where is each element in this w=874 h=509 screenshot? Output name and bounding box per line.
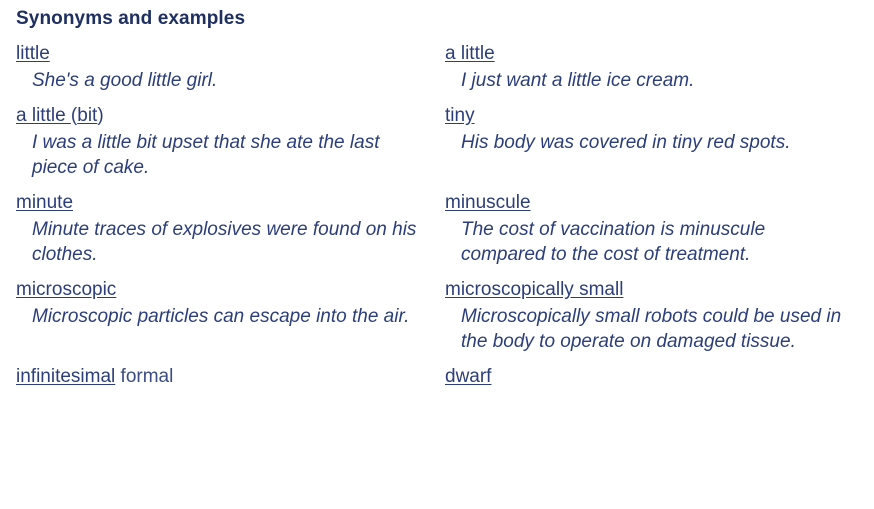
headword-text[interactable]: bit	[77, 105, 97, 126]
synonym-link[interactable]: dwarf	[445, 366, 491, 387]
headword-text[interactable]: microscopic	[16, 279, 116, 300]
synonym-row: infinitesimal formal dwarf	[0, 364, 874, 390]
synonym-entry: minuscule The cost of vaccination is minu…	[430, 190, 860, 267]
synonym-entry: little She's a good little girl.	[0, 41, 430, 93]
example-sentence: His body was covered in tiny red spots.	[461, 132, 791, 153]
example-sentence: Microscopically small robots could be us…	[461, 306, 842, 352]
headword-line: infinitesimal formal	[16, 364, 430, 390]
headword-line: minuscule	[445, 190, 860, 216]
synonym-entry: dwarf	[430, 364, 860, 390]
headword-line: dwarf	[445, 364, 860, 390]
register-label: formal	[120, 366, 174, 387]
synonym-entry: a little (bit) I was a little bit upset t…	[0, 103, 430, 180]
synonym-entry: a little I just want a little ice cream.	[430, 41, 860, 93]
headword-text[interactable]: microscopically small	[445, 279, 623, 300]
headword-text[interactable]: dwarf	[445, 366, 491, 387]
headword-line: a little (bit)	[16, 103, 430, 129]
example-sentence: Microscopic particles can escape into th…	[32, 306, 410, 327]
headword-line: minute	[16, 190, 430, 216]
synonym-row: minute Minute traces of explosives were f…	[0, 190, 874, 267]
headword-text[interactable]: minuscule	[445, 192, 531, 213]
headword-line: microscopically small	[445, 277, 860, 303]
synonym-link[interactable]: infinitesimal	[16, 366, 115, 387]
synonym-link[interactable]: a little	[445, 43, 495, 64]
example-sentence: I was a little bit upset that she ate th…	[32, 132, 380, 178]
synonym-link[interactable]: minuscule	[445, 192, 531, 213]
synonym-link[interactable]: minute	[16, 192, 73, 213]
synonym-link[interactable]: microscopic	[16, 279, 116, 300]
example-sentence: The cost of vaccination is minuscule com…	[461, 219, 766, 265]
page-title: Synonyms and examples	[16, 8, 246, 29]
synonym-row: microscopic Microscopic particles can esc…	[0, 277, 874, 354]
synonym-entry: minute Minute traces of explosives were f…	[0, 190, 430, 267]
synonyms-and-examples-panel: Synonyms and examples little She's a good…	[0, 0, 874, 509]
example-sentence: Minute traces of explosives were found o…	[32, 219, 417, 265]
synonym-link[interactable]: a little (bit)	[16, 105, 104, 126]
synonym-entry: infinitesimal formal	[0, 364, 430, 390]
headword-text[interactable]: a little	[16, 105, 71, 126]
synonym-row: little She's a good little girl. a little I…	[0, 41, 874, 93]
headword-punctuation: )	[97, 105, 104, 126]
synonym-rows: little She's a good little girl. a little I…	[0, 41, 874, 390]
example-sentence: I just want a little ice cream.	[461, 70, 695, 91]
synonym-row: a little (bit) I was a little bit upset t…	[0, 103, 874, 180]
headword-line: a little	[445, 41, 860, 67]
synonym-entry: tiny His body was covered in tiny red spo…	[430, 103, 860, 155]
headword-text[interactable]: minute	[16, 192, 73, 213]
synonym-link[interactable]: microscopically small	[445, 279, 623, 300]
headword-text[interactable]: infinitesimal	[16, 366, 115, 387]
headword-line: microscopic	[16, 277, 430, 303]
synonym-entry: microscopic Microscopic particles can esc…	[0, 277, 430, 329]
headword-text[interactable]: little	[16, 43, 50, 64]
headword-text[interactable]: a little	[445, 43, 495, 64]
synonym-link[interactable]: tiny	[445, 105, 475, 126]
headword-line: tiny	[445, 103, 860, 129]
example-sentence: She's a good little girl.	[32, 70, 218, 91]
synonym-link[interactable]: little	[16, 43, 50, 64]
headword-line: little	[16, 41, 430, 67]
headword-text[interactable]: tiny	[445, 105, 475, 126]
synonym-entry: microscopically small Microscopically sma…	[430, 277, 860, 354]
